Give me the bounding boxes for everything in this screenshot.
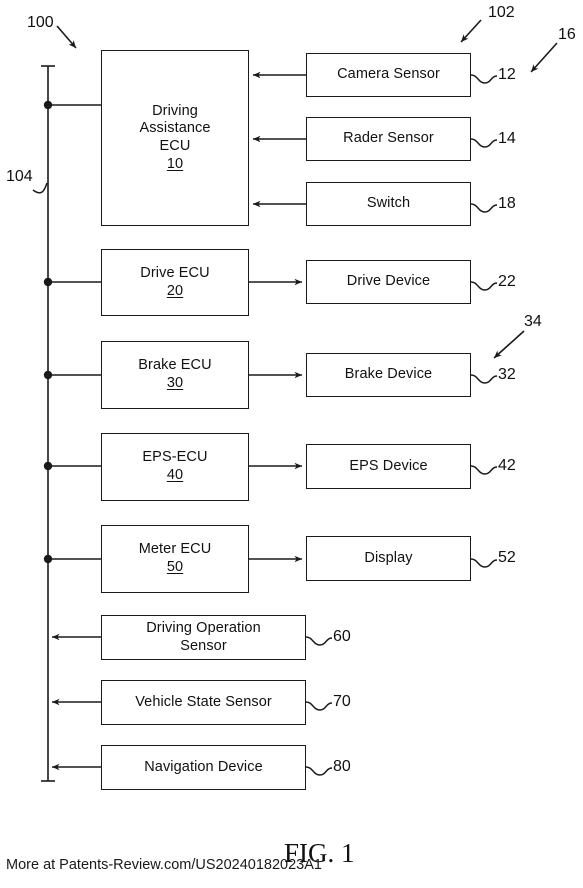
- block-driving-operation-sensor[interactable]: Driving Operation Sensor: [101, 615, 306, 660]
- block-label-driving-operation-sensor: Driving Operation Sensor: [102, 620, 305, 655]
- ref-num-14: 14: [498, 130, 516, 147]
- block-label-meter-ecu: Meter ECU 50: [102, 541, 248, 576]
- block-label-drive-device: Drive Device: [346, 273, 431, 290]
- ref-num-60: 60: [333, 628, 351, 645]
- ref-num-22: 22: [498, 273, 516, 290]
- block-label-driving-assistance-ecu: Driving Assistance ECU 10: [102, 103, 248, 174]
- ref-num-80: 80: [333, 758, 351, 775]
- ref-num-70: 70: [333, 693, 351, 710]
- block-label-eps-device: EPS Device: [349, 457, 428, 474]
- block-label-brake-device: Brake Device: [344, 366, 433, 383]
- label-line-1: Brake ECU: [138, 357, 212, 374]
- block-label-eps-ecu: EPS-ECU 40: [102, 449, 248, 484]
- block-vehicle-state-sensor[interactable]: Vehicle State Sensor: [101, 680, 306, 725]
- block-ref-20: 20: [166, 282, 184, 299]
- label-line-1: Meter ECU: [138, 541, 212, 558]
- patent-figure-page: Driving Assistance ECU 10 Camera Sensor …: [0, 0, 583, 888]
- block-meter-ecu[interactable]: Meter ECU 50: [101, 525, 249, 593]
- label-line-1: Driving Operation: [146, 619, 261, 636]
- block-label-camera-sensor: Camera Sensor: [337, 66, 440, 83]
- block-navigation-device[interactable]: Navigation Device: [101, 745, 306, 790]
- arrow-ref-100: [56, 25, 77, 49]
- block-label-vehicle-state-sensor: Vehicle State Sensor: [135, 693, 272, 710]
- ref-num-32: 32: [498, 366, 516, 383]
- label-line-1: Driving: [152, 102, 198, 119]
- block-brake-ecu[interactable]: Brake ECU 30: [101, 341, 249, 409]
- ref-num-52: 52: [498, 549, 516, 566]
- block-rader-sensor[interactable]: Rader Sensor: [306, 117, 471, 161]
- label-line-3: ECU: [159, 138, 191, 154]
- ref-num-102: 102: [488, 4, 515, 21]
- block-camera-sensor[interactable]: Camera Sensor: [306, 53, 471, 97]
- block-display[interactable]: Display: [306, 536, 471, 581]
- block-label-brake-ecu: Brake ECU 30: [102, 357, 248, 392]
- arrow-ref-34: [493, 330, 525, 359]
- block-switch[interactable]: Switch: [306, 182, 471, 226]
- block-ref-50: 50: [166, 559, 184, 575]
- block-ref-30: 30: [166, 375, 184, 391]
- block-driving-assistance-ecu[interactable]: Driving Assistance ECU 10: [101, 50, 249, 226]
- block-drive-ecu[interactable]: Drive ECU 20: [101, 249, 249, 316]
- block-label-rader-sensor: Rader Sensor: [343, 130, 434, 147]
- ref-num-16: 16: [558, 26, 576, 43]
- label-line-1: Drive ECU: [140, 264, 210, 281]
- ref-num-34: 34: [524, 313, 542, 330]
- block-eps-device[interactable]: EPS Device: [306, 444, 471, 489]
- label-line-2: Assistance: [139, 120, 211, 137]
- block-ref-40: 40: [166, 467, 184, 483]
- block-eps-ecu[interactable]: EPS-ECU 40: [101, 433, 249, 501]
- ref-num-12: 12: [498, 66, 516, 83]
- block-label-navigation-device: Navigation Device: [144, 758, 263, 775]
- ref-num-100: 100: [27, 14, 54, 31]
- block-ref-10: 10: [166, 155, 184, 172]
- footer-source-note: More at Patents-Review.com/US20240182023…: [6, 857, 322, 873]
- arrow-ref-16: [530, 42, 558, 73]
- ref-num-42: 42: [498, 457, 516, 474]
- block-brake-device[interactable]: Brake Device: [306, 353, 471, 397]
- ref-num-104: 104: [6, 168, 33, 185]
- ref-num-18: 18: [498, 195, 516, 212]
- block-label-display: Display: [364, 549, 413, 566]
- block-label-switch: Switch: [366, 195, 411, 212]
- label-line-1: EPS-ECU: [142, 449, 208, 466]
- block-drive-device[interactable]: Drive Device: [306, 260, 471, 304]
- label-line-2: Sensor: [180, 637, 227, 654]
- arrow-ref-102: [460, 19, 482, 43]
- block-label-drive-ecu: Drive ECU 20: [102, 265, 248, 300]
